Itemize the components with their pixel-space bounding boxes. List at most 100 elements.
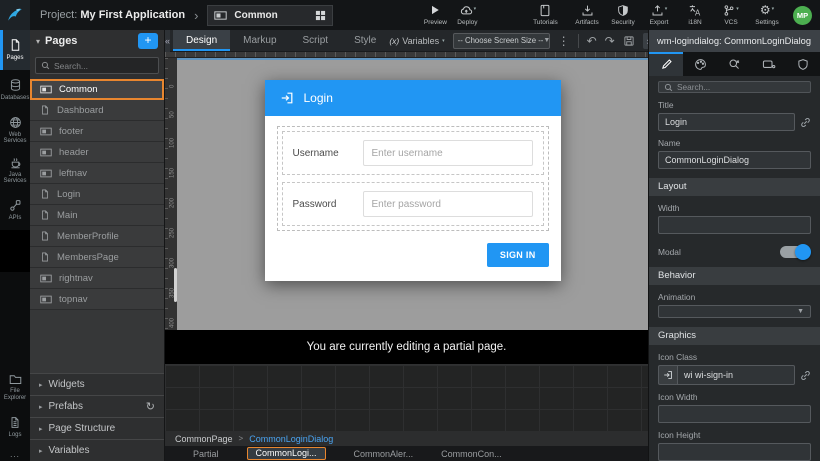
page-item-common[interactable]: Common	[30, 79, 164, 100]
tab-commonconfirmdialog[interactable]: CommonCon...	[441, 449, 502, 459]
bind-link-icon[interactable]	[800, 370, 811, 381]
name-field-input[interactable]	[658, 151, 811, 169]
accordion-variables[interactable]: ▸ Variables	[30, 439, 164, 461]
export-button[interactable]: ▾ Export	[643, 4, 675, 26]
tab-partial[interactable]: Partial	[193, 449, 219, 459]
chevron-down-icon: ▾	[736, 4, 739, 14]
tab-style[interactable]: Style	[341, 30, 389, 51]
wavemaker-logo[interactable]	[0, 0, 30, 30]
dialog-header[interactable]: Login	[265, 80, 561, 116]
rail-more-button[interactable]: ...	[0, 447, 30, 461]
screen-size-select[interactable]: -- Choose Screen Size -- ▼	[453, 33, 550, 49]
rail-item-logs[interactable]: Logs	[0, 407, 30, 447]
pages-search-input[interactable]	[54, 61, 153, 71]
login-dialog[interactable]: Login Username Password	[265, 80, 561, 281]
grid-icon[interactable]	[315, 10, 326, 21]
page-item-dashboard[interactable]: Dashboard	[30, 100, 164, 121]
variables-dropdown[interactable]: (x) Variables ▾	[389, 36, 444, 46]
inspector-search-input[interactable]	[677, 82, 805, 92]
tab-styles[interactable]	[683, 52, 717, 76]
artifacts-button[interactable]: Artifacts	[571, 4, 603, 26]
sign-in-button[interactable]: SIGN IN	[487, 243, 549, 267]
page-item-main[interactable]: Main	[30, 205, 164, 226]
page-item-rightnav[interactable]: rightnav	[30, 268, 164, 289]
breadcrumb-widget[interactable]: CommonLoginDialog	[249, 434, 333, 444]
page-item-memberspage[interactable]: MembersPage	[30, 247, 164, 268]
page-item-footer[interactable]: footer	[30, 121, 164, 142]
translate-icon: A	[688, 4, 702, 17]
undo-button[interactable]: ↶	[587, 35, 597, 47]
tab-properties[interactable]	[649, 52, 683, 76]
tab-script[interactable]: Script	[290, 30, 342, 51]
rail-item-web-services[interactable]: Web Services	[0, 110, 30, 150]
sign-in-icon	[280, 91, 294, 105]
more-vertical-button[interactable]: ⋮	[558, 35, 570, 47]
rail-item-java-services[interactable]: Java Services	[0, 150, 30, 190]
breadcrumb-separator: >	[239, 434, 244, 443]
rail-item-pages[interactable]: Pages	[0, 30, 30, 70]
deploy-button[interactable]: ▾ Deploy	[451, 4, 483, 26]
security-button[interactable]: Security	[607, 4, 639, 26]
pages-panel-header[interactable]: ▾ Pages +	[30, 30, 164, 52]
sign-in-icon[interactable]	[658, 365, 677, 385]
tab-security[interactable]	[786, 52, 820, 76]
width-field-input[interactable]	[658, 216, 811, 234]
page-item-header[interactable]: header	[30, 142, 164, 163]
log-file-icon	[9, 416, 21, 429]
ruler-label: 250	[168, 208, 177, 238]
rail-item-databases[interactable]: Databases	[0, 70, 30, 110]
password-input[interactable]	[363, 191, 533, 217]
chevron-down-icon: ▾	[772, 4, 775, 14]
title-field-label: Title	[658, 100, 811, 110]
tutorials-button[interactable]: Tutorials	[529, 4, 561, 26]
page-item-topnav[interactable]: topnav	[30, 289, 164, 310]
rail-item-apis[interactable]: APIs	[0, 190, 30, 230]
vcs-label: VCS	[724, 19, 737, 26]
settings-button[interactable]: ⚙ ▾ Settings	[751, 4, 783, 26]
tab-commonlogindialog[interactable]: CommonLogi...	[247, 447, 326, 460]
page-item-memberprofile[interactable]: MemberProfile	[30, 226, 164, 247]
tab-design[interactable]: Design	[173, 30, 230, 51]
accordion-widgets[interactable]: ▸ Widgets	[30, 373, 164, 395]
redo-button[interactable]: ↷	[605, 35, 615, 47]
bind-link-icon[interactable]	[800, 117, 811, 128]
username-input[interactable]	[363, 140, 533, 166]
refresh-icon[interactable]: ↻	[146, 400, 155, 413]
page-item-login[interactable]: Login	[30, 184, 164, 205]
icon-width-input[interactable]	[658, 405, 811, 423]
rail-label: Web Services	[0, 132, 30, 145]
rail-item-file-explorer[interactable]: File Explorer	[0, 367, 30, 407]
breadcrumb-page[interactable]: CommonPage	[175, 434, 233, 444]
pages-search[interactable]	[35, 57, 159, 74]
section-graphics: Graphics	[649, 327, 820, 345]
save-button[interactable]	[623, 35, 635, 47]
collapse-panel-button[interactable]: «	[165, 30, 170, 52]
page-item-leftnav[interactable]: leftnav	[30, 163, 164, 184]
tab-commonalertdialog[interactable]: CommonAler...	[354, 449, 414, 459]
user-avatar[interactable]: MP	[793, 6, 812, 25]
add-page-button[interactable]: +	[138, 33, 158, 49]
page-selector-dropdown[interactable]: Common	[207, 5, 333, 26]
vcs-button[interactable]: ▾ VCS	[715, 4, 747, 26]
modal-toggle[interactable]	[780, 246, 809, 258]
icon-height-input[interactable]	[658, 443, 811, 461]
icon-class-input[interactable]	[677, 365, 795, 385]
tab-devices[interactable]	[752, 52, 786, 76]
vertical-ruler: 0 50 100 150 200 250 300 350 400	[165, 58, 177, 330]
form-container[interactable]: Username Password	[277, 126, 549, 231]
accordion-page-structure[interactable]: ▸ Page Structure	[30, 417, 164, 439]
inspector-search[interactable]	[658, 81, 811, 93]
title-field-input[interactable]	[658, 113, 795, 131]
tab-markup[interactable]: Markup	[230, 30, 289, 51]
accordion-prefabs[interactable]: ▸ Prefabs ↻	[30, 395, 164, 417]
i18n-button[interactable]: A i18N	[679, 4, 711, 26]
toolbar-right-controls: (x) Variables ▾ -- Choose Screen Size --…	[389, 33, 660, 49]
pages-search-wrap	[30, 52, 164, 79]
topbar-right-actions: Artifacts Security ▾ Export A i18N	[571, 4, 820, 26]
topbar: Project: My First Application › Common P…	[0, 0, 820, 30]
animation-select[interactable]: ▼	[658, 305, 811, 318]
preview-button[interactable]: Preview	[419, 4, 451, 26]
username-field-row[interactable]: Username	[282, 131, 544, 175]
tab-events[interactable]	[717, 52, 751, 76]
password-field-row[interactable]: Password	[282, 182, 544, 226]
